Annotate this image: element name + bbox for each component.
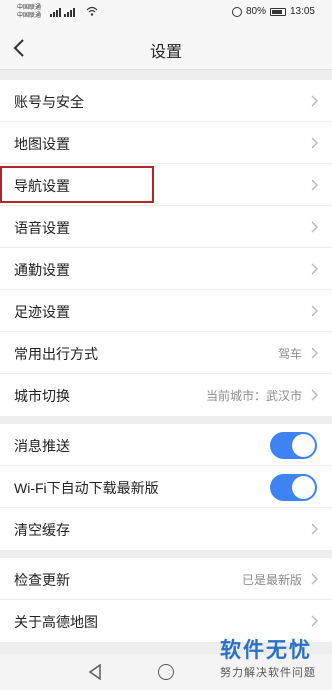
settings-item-label: 账号与安全 — [14, 94, 84, 110]
settings-item-clear-cache[interactable]: 清空缓存 — [0, 508, 332, 550]
push-notifications-toggle[interactable] — [270, 432, 317, 459]
watermark: 软件无忧 努力解决软件问题 — [216, 634, 326, 684]
carrier-labels: 中国联通 中国联通 — [17, 4, 41, 20]
watermark-subtitle: 努力解决软件问题 — [220, 667, 316, 679]
carrier-2: 中国联通 — [17, 13, 42, 19]
settings-item-value: 当前城市：武汉市 — [205, 389, 302, 403]
battery-percent: 80% — [245, 6, 266, 17]
settings-item-label: 消息推送 — [14, 438, 70, 454]
settings-item-label: Wi-Fi下自动下载最新版 — [14, 480, 159, 496]
settings-item-label: 常用出行方式 — [14, 346, 98, 362]
chevron-right-icon — [311, 179, 318, 191]
settings-item-value: 已是最新版 — [241, 573, 302, 587]
alarm-icon — [231, 6, 242, 17]
settings-item-voice[interactable]: 语音设置 — [0, 206, 332, 248]
settings-item-footprint[interactable]: 足迹设置 — [0, 290, 332, 332]
settings-item-label: 地图设置 — [14, 136, 70, 152]
settings-item-label: 检查更新 — [14, 572, 70, 588]
chevron-right-icon — [311, 221, 318, 233]
wifi-icon — [86, 6, 98, 16]
chevron-right-icon — [311, 615, 318, 627]
settings-item-commute[interactable]: 通勤设置 — [0, 248, 332, 290]
chevron-right-icon — [311, 389, 318, 401]
clock: 13:05 — [289, 6, 315, 17]
battery-icon — [269, 7, 286, 16]
chevron-right-icon — [311, 305, 318, 317]
page-title: 设置 — [149, 44, 182, 61]
settings-item-label: 关于高德地图 — [14, 614, 98, 630]
chevron-right-icon — [311, 523, 318, 535]
status-bar: 中国联通 中国联通 80% 13:05 — [0, 0, 332, 26]
signal-icon — [50, 8, 75, 17]
chevron-right-icon — [311, 137, 318, 149]
chevron-right-icon — [311, 95, 318, 107]
settings-item-label: 清空缓存 — [14, 522, 70, 538]
settings-item-wifi-auto-download: Wi-Fi下自动下载最新版 — [0, 466, 332, 508]
settings-item-label: 语音设置 — [14, 220, 70, 236]
settings-item-account-security[interactable]: 账号与安全 — [0, 80, 332, 122]
settings-item-label: 足迹设置 — [14, 304, 70, 320]
chevron-right-icon — [311, 573, 318, 585]
settings-item-check-update[interactable]: 检查更新 已是最新版 — [0, 558, 332, 600]
settings-item-value: 驾车 — [277, 347, 302, 361]
carrier-1: 中国联通 — [17, 5, 42, 11]
toggle-knob — [292, 434, 315, 457]
wifi-auto-download-toggle[interactable] — [270, 474, 317, 501]
app-header: 设置 — [0, 26, 332, 70]
settings-item-map[interactable]: 地图设置 — [0, 122, 332, 164]
settings-item-label: 城市切换 — [14, 388, 70, 404]
watermark-title: 软件无忧 — [220, 639, 312, 662]
highlight-box — [0, 166, 154, 203]
settings-item-city-switch[interactable]: 城市切换 当前城市：武汉市 — [0, 374, 332, 416]
nav-home-icon[interactable] — [158, 664, 174, 680]
settings-item-travel-mode[interactable]: 常用出行方式 驾车 — [0, 332, 332, 374]
status-right: 80% 13:05 — [231, 6, 315, 17]
settings-group-main: 账号与安全 地图设置 导航设置 语音设置 通勤设置 足迹设置 常用出行方式 驾车… — [0, 80, 332, 416]
settings-item-push-notifications: 消息推送 — [0, 424, 332, 466]
settings-group-network: 消息推送 Wi-Fi下自动下载最新版 清空缓存 — [0, 424, 332, 550]
toggle-knob — [292, 476, 315, 499]
settings-item-label: 通勤设置 — [14, 262, 70, 278]
nav-back-icon[interactable] — [88, 664, 102, 680]
settings-group-about: 检查更新 已是最新版 关于高德地图 — [0, 558, 332, 642]
chevron-right-icon — [311, 347, 318, 359]
chevron-right-icon — [311, 263, 318, 275]
